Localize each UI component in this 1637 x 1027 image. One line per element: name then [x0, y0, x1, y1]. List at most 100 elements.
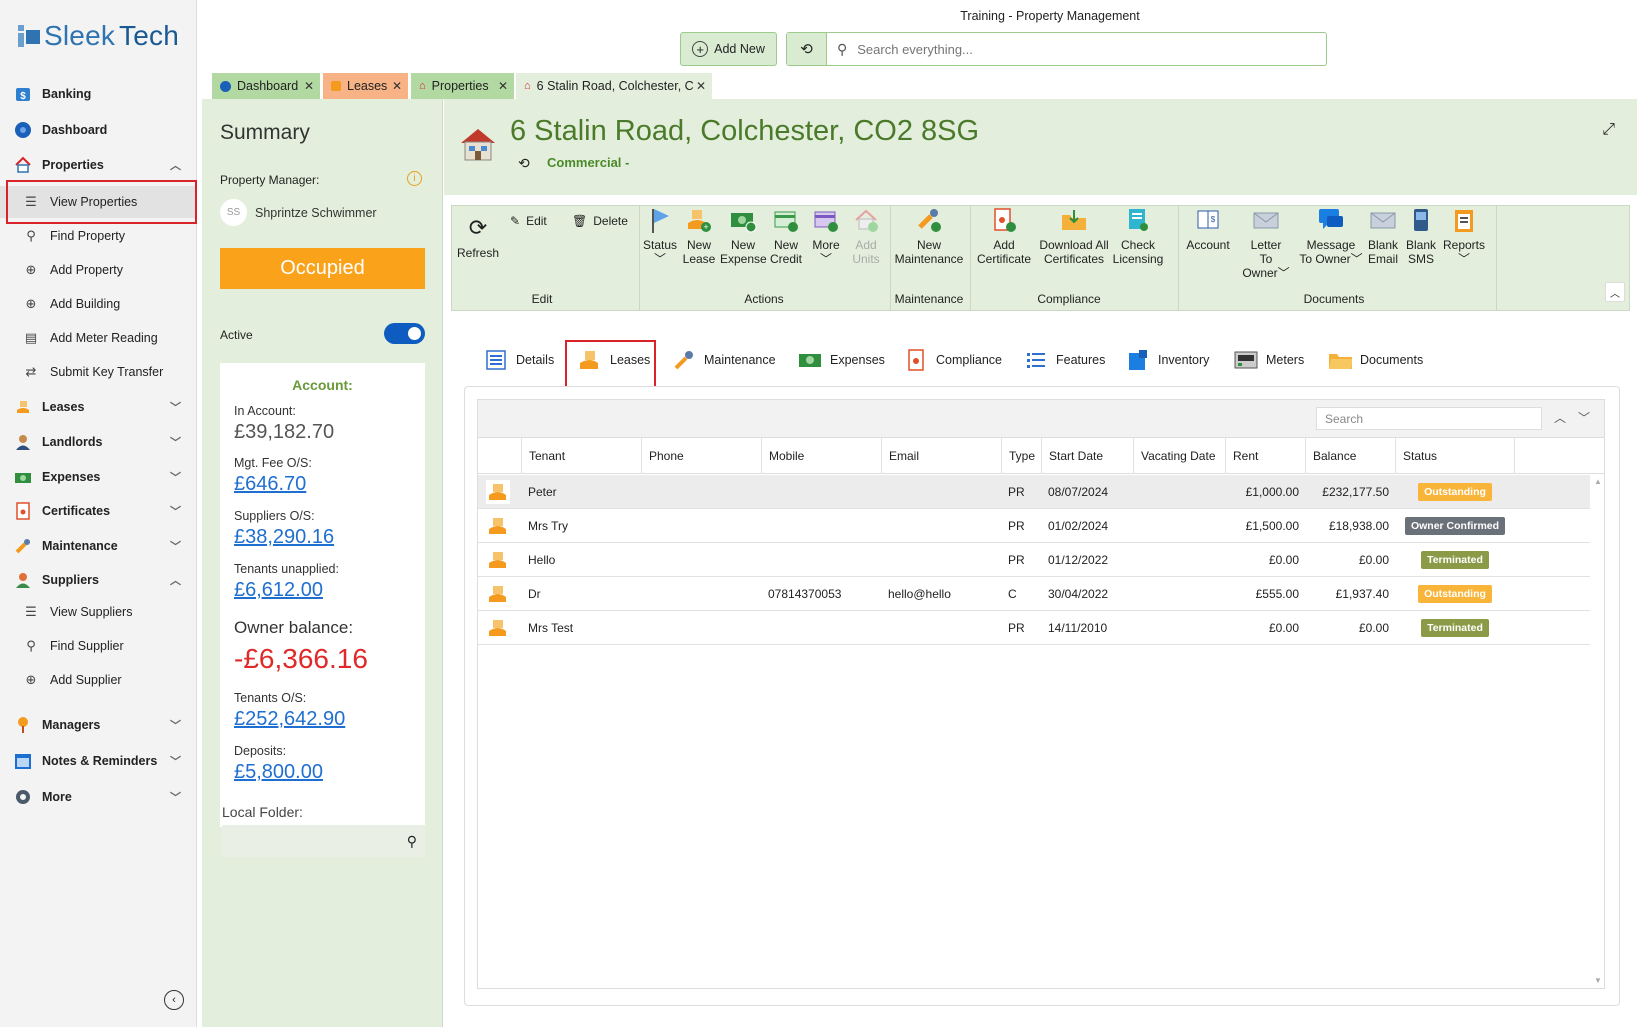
close-icon[interactable]: ✕ — [696, 79, 706, 93]
sidebar-item-notes-reminders[interactable]: Notes & Reminders ﹀ — [0, 744, 197, 778]
collapse-ribbon-icon[interactable]: ︿ — [1605, 282, 1625, 302]
expand-icon[interactable]: ⤢ — [1602, 121, 1615, 139]
sidebar-item-dashboard[interactable]: Dashboard — [0, 113, 197, 147]
chevron-down-icon[interactable]: ﹀ — [170, 753, 181, 769]
tab-expenses[interactable]: Expenses — [798, 347, 885, 373]
sidebar-item-add-meter-reading[interactable]: ▤ Add Meter Reading — [0, 322, 197, 354]
tab-leases[interactable]: Leases ✕ — [323, 73, 408, 99]
new-expense-button[interactable]: New Expense — [720, 206, 767, 266]
tab-inventory[interactable]: Inventory — [1126, 347, 1209, 373]
chevron-down-icon[interactable]: ﹀ — [170, 538, 181, 554]
sidebar-item-maintenance[interactable]: Maintenance ﹀ — [0, 529, 197, 563]
close-icon[interactable]: ✕ — [392, 79, 402, 93]
close-icon[interactable]: ✕ — [498, 79, 508, 93]
column-header-type[interactable]: Type — [1001, 438, 1041, 474]
vertical-scrollbar[interactable]: ▲ ▼ — [1592, 475, 1604, 987]
blank-sms-button[interactable]: Blank SMS — [1402, 206, 1440, 266]
sidebar-item-leases[interactable]: Leases ﹀ — [0, 390, 197, 424]
column-header-email[interactable]: Email — [881, 438, 1001, 474]
add-new-button[interactable]: + Add New — [680, 32, 777, 66]
column-header-phone[interactable]: Phone — [641, 438, 761, 474]
sidebar-item-banking[interactable]: $ Banking — [0, 77, 197, 111]
tab-maintenance[interactable]: Maintenance — [672, 347, 776, 373]
chevron-down-icon[interactable]: ﹀ — [1578, 409, 1590, 426]
chevron-down-icon[interactable]: ﹀ — [170, 399, 181, 415]
tab-property-detail[interactable]: ⌂ 6 Stalin Road, Colchester, C ✕ — [516, 73, 712, 99]
status-button[interactable]: Status ﹀ — [642, 206, 678, 266]
sidebar-item-managers[interactable]: Managers ﹀ — [0, 708, 197, 742]
collapse-sidebar-icon[interactable]: ‹ — [164, 990, 184, 1010]
refresh-button[interactable]: ⟳ Refresh — [456, 214, 500, 261]
active-toggle[interactable] — [384, 323, 425, 344]
mgt-fee-link[interactable]: £646.70 — [234, 473, 306, 496]
letter-to-owner-button[interactable]: Letter To Owner﹀ — [1236, 206, 1296, 280]
table-row[interactable]: Peter PR 08/07/2024 £1,000.00 £232,177.50 Out… — [478, 475, 1590, 509]
sidebar-item-properties[interactable]: Properties ︿ — [0, 148, 197, 182]
sidebar-item-expenses[interactable]: Expenses ﹀ — [0, 460, 197, 494]
sidebar-item-add-property[interactable]: ⊕ Add Property — [0, 254, 197, 286]
chevron-down-icon[interactable]: ﹀ — [170, 434, 181, 450]
column-header-rent[interactable]: Rent — [1225, 438, 1305, 474]
column-header-mobile[interactable]: Mobile — [761, 438, 881, 474]
chevron-down-icon[interactable]: ﹀ — [170, 469, 181, 485]
table-row[interactable]: Mrs Test PR 14/11/2010 £0.00 £0.00 Terminated — [478, 611, 1590, 645]
close-icon[interactable]: ✕ — [304, 79, 314, 93]
property-type[interactable]: Commercial - — [547, 155, 629, 170]
sidebar-item-add-building[interactable]: ⊕ Add Building — [0, 288, 197, 320]
search-input[interactable] — [857, 41, 1298, 57]
reports-button[interactable]: Reports ﹀ — [1440, 206, 1488, 266]
deposits-link[interactable]: £5,800.00 — [234, 761, 323, 784]
tenants-unapplied-link[interactable]: £6,612.00 — [234, 579, 323, 602]
account-button[interactable]: $ Account — [1180, 206, 1236, 252]
column-header-start-date[interactable]: Start Date — [1041, 438, 1133, 474]
tab-documents[interactable]: Documents — [1328, 347, 1423, 373]
info-icon[interactable]: i — [407, 171, 422, 186]
local-folder-field[interactable]: ⚲ — [222, 825, 425, 857]
sidebar-item-find-supplier[interactable]: ⚲ Find Supplier — [0, 630, 197, 662]
history-icon[interactable]: ⟲ — [787, 33, 827, 65]
blank-email-button[interactable]: Blank Email — [1364, 206, 1402, 266]
sidebar-item-more[interactable]: More ﹀ — [0, 780, 197, 814]
suppliers-os-link[interactable]: £38,290.16 — [234, 526, 334, 549]
more-actions-button[interactable]: More ﹀ — [806, 206, 846, 266]
tenants-os-link[interactable]: £252,642.90 — [234, 708, 345, 731]
new-credit-button[interactable]: New Credit — [766, 206, 806, 266]
property-manager-name[interactable]: Shprintze Schwimmer — [255, 206, 377, 220]
table-row[interactable]: Mrs Try PR 01/02/2024 £1,500.00 £18,938.00 Ow… — [478, 509, 1590, 543]
table-row[interactable]: Dr 07814370053 hello@hello C 30/04/2022 £555.… — [478, 577, 1590, 611]
tab-details[interactable]: Details — [484, 347, 554, 373]
table-row[interactable]: Hello PR 01/12/2022 £0.00 £0.00 Terminated — [478, 543, 1590, 577]
edit-button[interactable]: ✎ Edit — [510, 214, 547, 228]
column-header-vacating-date[interactable]: Vacating Date — [1133, 438, 1225, 474]
add-certificate-button[interactable]: Add Certificate — [972, 206, 1036, 266]
sidebar-item-certificates[interactable]: Certificates ﹀ — [0, 494, 197, 528]
tab-features[interactable]: Features — [1024, 347, 1105, 373]
tab-properties[interactable]: ⌂ Properties ✕ — [411, 73, 514, 99]
tab-compliance[interactable]: Compliance — [904, 347, 1002, 373]
add-units-button[interactable]: Add Units — [846, 206, 886, 266]
sidebar-item-suppliers[interactable]: Suppliers ︿ — [0, 563, 197, 597]
sidebar-item-find-property[interactable]: ⚲ Find Property — [0, 220, 197, 252]
new-maintenance-button[interactable]: New Maintenance — [892, 206, 966, 266]
grid-search-input[interactable]: Search — [1316, 407, 1542, 430]
sidebar-item-landlords[interactable]: Landlords ﹀ — [0, 425, 197, 459]
new-lease-button[interactable]: + New Lease — [678, 206, 720, 266]
delete-button[interactable]: 🗑 Delete — [572, 214, 628, 228]
sidebar-item-view-suppliers[interactable]: ☰ View Suppliers — [0, 596, 197, 628]
chevron-down-icon[interactable]: ﹀ — [170, 717, 181, 733]
message-to-owner-button[interactable]: Message To Owner﹀ — [1298, 206, 1364, 266]
column-header-balance[interactable]: Balance — [1305, 438, 1395, 474]
sidebar-item-submit-key-transfer[interactable]: ⇄ Submit Key Transfer — [0, 356, 197, 388]
download-all-certificates-button[interactable]: Download All Certificates — [1038, 206, 1110, 266]
chevron-up-icon[interactable]: ︿ — [1554, 409, 1566, 426]
chevron-down-icon[interactable]: ﹀ — [170, 789, 181, 805]
chevron-up-icon[interactable]: ︿ — [170, 157, 181, 173]
tab-dashboard[interactable]: Dashboard ✕ — [212, 73, 320, 99]
column-header-status[interactable]: Status — [1395, 438, 1515, 474]
history-icon[interactable]: ⟲ — [518, 155, 530, 172]
search-icon[interactable]: ⚲ — [407, 833, 417, 850]
check-licensing-button[interactable]: Check Licensing — [1110, 206, 1166, 266]
tab-meters[interactable]: Meters — [1234, 347, 1304, 373]
chevron-down-icon[interactable]: ﹀ — [170, 503, 181, 519]
chevron-up-icon[interactable]: ︿ — [170, 572, 181, 588]
